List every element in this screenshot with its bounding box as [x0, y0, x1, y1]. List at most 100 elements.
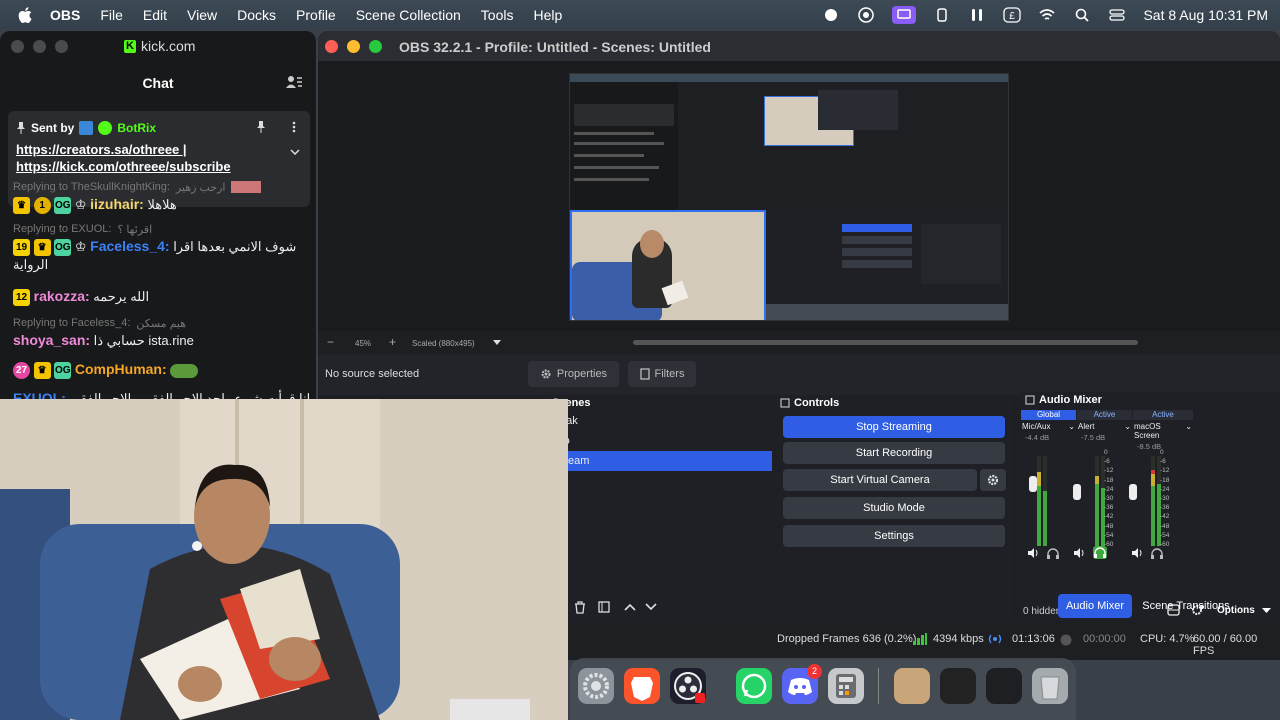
chevron-down-icon[interactable]: [290, 149, 300, 155]
chat-username[interactable]: shoya_san:: [13, 332, 90, 348]
move-down-icon[interactable]: [645, 603, 657, 611]
chat-text: هلاهلا: [147, 197, 177, 212]
stop-streaming-button[interactable]: Stop Streaming: [783, 416, 1005, 438]
photo-window-thumbnail[interactable]: [894, 668, 930, 704]
chevron-down-icon[interactable]: [1262, 608, 1271, 613]
chat-title: Chat: [142, 75, 174, 91]
chevron-down-icon[interactable]: ⌄: [1124, 422, 1131, 431]
unpin-icon[interactable]: [256, 121, 266, 133]
dock-tab-scene-transitions[interactable]: Scene Transitions: [1138, 594, 1234, 618]
headphones-icon[interactable]: [1047, 548, 1059, 559]
volume-slider[interactable]: [1073, 484, 1081, 500]
airpods-icon[interactable]: [968, 6, 986, 24]
filters-label: Filters: [654, 368, 685, 380]
virtual-camera-settings-button[interactable]: [980, 469, 1006, 491]
move-up-icon[interactable]: [624, 603, 636, 611]
whatsapp-icon[interactable]: [736, 668, 772, 704]
headphones-icon[interactable]: [1151, 548, 1163, 559]
chat-message: shoya_san: حسابي ذا ista.rine: [13, 331, 313, 350]
close-button[interactable]: [325, 40, 338, 53]
menu-view[interactable]: View: [187, 7, 217, 23]
record-duration: 00:00:00: [1083, 633, 1126, 645]
close-button[interactable]: [11, 40, 24, 53]
scale-dropdown-icon[interactable]: [493, 340, 501, 345]
menu-edit[interactable]: Edit: [143, 7, 167, 23]
menu-tools[interactable]: Tools: [481, 7, 514, 23]
trash-icon[interactable]: [1032, 668, 1068, 704]
menubar-clock[interactable]: Sat 8 Aug 10:31 PM: [1143, 7, 1268, 23]
reply-context: Replying to EXUOL: اقرئها ؟: [13, 223, 152, 236]
channel-tab[interactable]: Global: [1021, 410, 1076, 420]
menu-docks[interactable]: Docks: [237, 7, 276, 23]
zoom-button[interactable]: [369, 40, 382, 53]
more-options-icon[interactable]: [292, 121, 296, 133]
start-recording-button[interactable]: Start Recording: [783, 442, 1005, 464]
pinned-sender[interactable]: BotRix: [117, 121, 156, 135]
brave-browser-icon[interactable]: [624, 668, 660, 704]
start-virtual-camera-button[interactable]: Start Virtual Camera: [783, 469, 977, 491]
zoom-in-button[interactable]: +: [389, 335, 396, 349]
chat-username[interactable]: rakozza:: [34, 288, 90, 304]
filters-button[interactable]: Filters: [628, 361, 696, 387]
nested-docks: [766, 210, 1008, 320]
screen-mirror-icon[interactable]: [892, 5, 917, 24]
zoom-out-button[interactable]: −: [327, 335, 334, 349]
gear-icon: [987, 474, 999, 486]
studio-mode-button[interactable]: Studio Mode: [783, 497, 1005, 519]
chat-text: شوف الانمي بعدها اقرا: [173, 239, 297, 254]
trash-icon[interactable]: [574, 601, 586, 614]
control-center-icon[interactable]: [1108, 6, 1126, 24]
hidden-count[interactable]: 0 hidden: [1023, 606, 1061, 617]
chat-username[interactable]: Faceless_4:: [90, 238, 169, 254]
pound-icon[interactable]: £: [1003, 6, 1022, 24]
streaming-icon: [988, 633, 1002, 645]
dock-tab-audio-mixer[interactable]: Audio Mixer: [1058, 594, 1132, 618]
gift-badge-icon: 1: [33, 197, 51, 215]
minimize-button[interactable]: [33, 40, 46, 53]
scene-filter-icon[interactable]: [598, 601, 610, 613]
pinned-link-subscribe[interactable]: https://kick.com/othreee/subscribe: [16, 159, 231, 174]
speaker-icon[interactable]: [1131, 548, 1143, 558]
scale-mode[interactable]: Scaled (880x495): [412, 339, 475, 348]
menu-app-name[interactable]: OBS: [50, 7, 80, 23]
webcam-feed: [0, 399, 568, 720]
record-dot-icon[interactable]: [822, 6, 840, 24]
volume-slider[interactable]: [1029, 476, 1037, 492]
search-icon[interactable]: [1073, 6, 1091, 24]
level-meter: [1151, 456, 1155, 546]
system-settings-icon[interactable]: [578, 668, 614, 704]
channel-tab[interactable]: Active: [1077, 410, 1132, 420]
pinned-link-creators[interactable]: https://creators.sa/othreee |: [16, 142, 187, 157]
chat-username[interactable]: iizuhair:: [90, 196, 144, 212]
obs-app-icon[interactable]: [670, 668, 706, 704]
dock-window-icon: [780, 398, 790, 408]
apple-icon[interactable]: [18, 6, 32, 23]
chevron-down-icon[interactable]: ⌄: [1185, 422, 1192, 440]
speaker-icon[interactable]: [1073, 548, 1085, 558]
minimize-button[interactable]: [347, 40, 360, 53]
obs-window-thumbnail[interactable]: [986, 668, 1022, 704]
calculator-icon[interactable]: [828, 668, 864, 704]
wifi-icon[interactable]: [1038, 6, 1056, 24]
properties-button[interactable]: Properties: [528, 361, 619, 387]
menu-scene-collection[interactable]: Scene Collection: [356, 7, 461, 23]
chevron-down-icon[interactable]: ⌄: [1068, 422, 1075, 431]
obs-status-icon[interactable]: [857, 6, 875, 24]
chat-username[interactable]: CompHuman:: [75, 361, 167, 377]
menu-file[interactable]: File: [100, 7, 123, 23]
menu-help[interactable]: Help: [533, 7, 562, 23]
chat-message: 19 ♛ OG ♔ Faceless_4: شوف الانمي بعدها ا…: [13, 237, 313, 274]
battery-glass-icon[interactable]: [933, 6, 951, 24]
settings-button[interactable]: Settings: [783, 525, 1005, 547]
finder-window-thumbnail[interactable]: [940, 668, 976, 704]
speaker-icon[interactable]: [1027, 548, 1039, 558]
chat-users-icon[interactable]: [286, 75, 302, 89]
preview-canvas[interactable]: [569, 73, 1009, 321]
zoom-button[interactable]: [55, 40, 68, 53]
menu-profile[interactable]: Profile: [296, 7, 336, 23]
volume-slider[interactable]: [1129, 484, 1137, 500]
channel-tab[interactable]: Active: [1133, 410, 1193, 420]
scene-item-selected[interactable]: eam: [560, 451, 772, 471]
preview-scrollbar[interactable]: [633, 340, 1138, 345]
discord-icon[interactable]: 2: [782, 664, 822, 704]
